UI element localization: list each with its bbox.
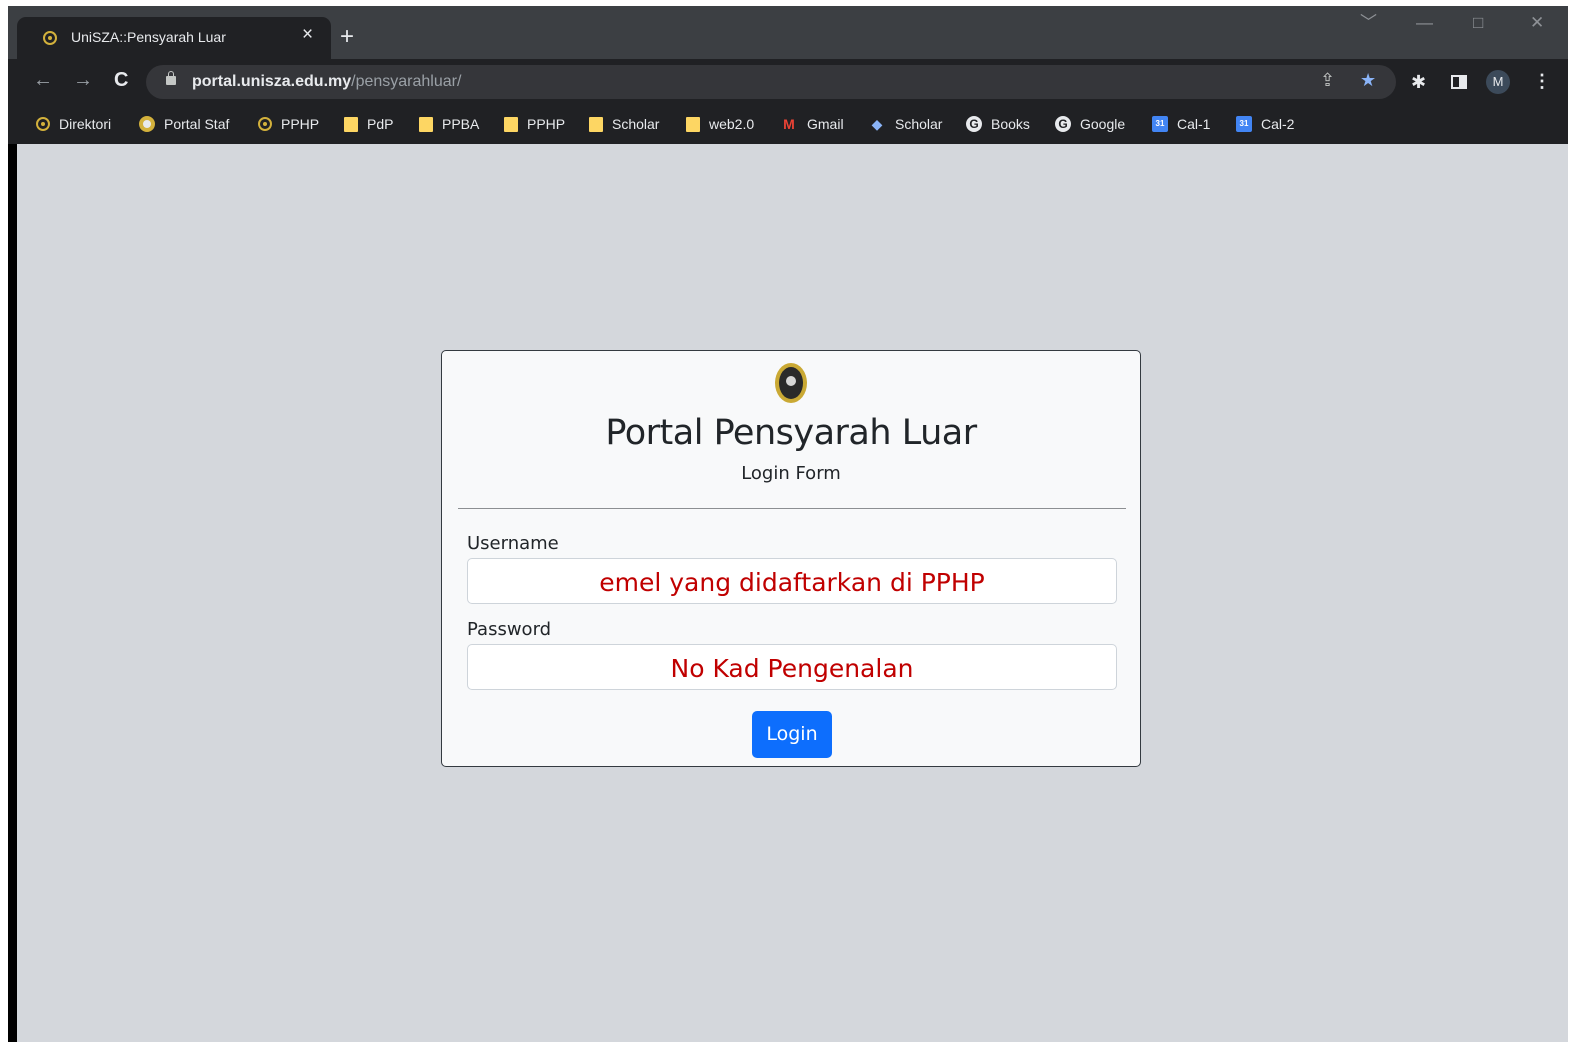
page-content: Portal Pensyarah Luar Login Form Usernam… [17, 144, 1568, 1042]
bookmark-google[interactable]: G Google [1055, 104, 1125, 144]
bookmark-label: Books [991, 116, 1030, 132]
bookmark-label: Portal Staf [164, 116, 230, 132]
bookmark-scholar-folder[interactable]: Scholar [589, 104, 659, 144]
bookmark-pphp[interactable]: PPHP [258, 104, 319, 144]
new-tab-button[interactable]: + [340, 25, 354, 49]
bookmark-label: PdP [367, 116, 394, 132]
bookmark-label: Cal-2 [1261, 116, 1295, 132]
password-hint: No Kad Pengenalan [670, 654, 914, 683]
folder-icon [504, 116, 518, 132]
unisza-crest-icon [139, 116, 155, 132]
address-bar[interactable]: portal.unisza.edu.my/pensyarahluar/ ⇪ ★ [146, 65, 1396, 99]
browser-menu-icon[interactable]: ⋮ [1533, 71, 1551, 92]
bookmark-label: PPHP [281, 116, 320, 132]
username-hint: emel yang didaftarkan di PPHP [599, 568, 985, 597]
profile-avatar[interactable]: M [1486, 70, 1510, 94]
browser-tab[interactable]: UniSZA::Pensyarah Luar × [17, 17, 331, 59]
tab-strip: UniSZA::Pensyarah Luar × + ﹀ — □ ✕ [8, 6, 1568, 59]
bookmark-pphp-folder[interactable]: PPHP [504, 104, 565, 144]
screenshot-frame: UniSZA::Pensyarah Luar × + ﹀ — □ ✕ ← → C… [0, 0, 1590, 1059]
bookmark-label: Scholar [895, 116, 943, 132]
password-label: Password [467, 619, 552, 640]
page-title: Portal Pensyarah Luar [605, 413, 977, 453]
bookmark-cal-2[interactable]: 31 Cal-2 [1236, 104, 1294, 144]
share-icon[interactable]: ⇪ [1320, 71, 1335, 89]
scholar-icon: ◆ [871, 115, 883, 132]
bookmark-label: Cal-1 [1177, 116, 1211, 132]
bookmark-label: Scholar [612, 116, 660, 132]
browser-toolbar: ← → C portal.unisza.edu.my/pensyarahluar… [8, 59, 1568, 104]
bookmark-pdp[interactable]: PdP [344, 104, 393, 144]
unisza-crest-icon [43, 31, 57, 45]
close-tab-icon[interactable]: × [302, 25, 313, 44]
url-path: /pensyarahluar/ [351, 73, 462, 90]
password-input[interactable]: No Kad Pengenalan [467, 644, 1117, 690]
bookmark-direktori[interactable]: Direktori [36, 104, 111, 144]
login-card: Portal Pensyarah Luar Login Form Usernam… [441, 350, 1141, 767]
divider [458, 508, 1126, 509]
bookmark-gmail[interactable]: M Gmail [780, 104, 844, 144]
url-host: portal.unisza.edu.my [192, 73, 352, 90]
bookmark-cal-1[interactable]: 31 Cal-1 [1152, 104, 1210, 144]
bookmarks-bar: Direktori Portal Staf PPHP PdP PPBA PPHP [8, 104, 1568, 144]
forward-button[interactable]: → [73, 70, 93, 90]
bookmark-label: Gmail [807, 116, 844, 132]
folder-icon [344, 116, 358, 132]
bookmark-portal-staf[interactable]: Portal Staf [139, 104, 229, 144]
bookmark-label: PPBA [442, 116, 480, 132]
bookmark-scholar[interactable]: ◆ Scholar [868, 104, 943, 144]
tab-title: UniSZA::Pensyarah Luar [71, 29, 226, 45]
folder-icon [419, 116, 433, 132]
bookmark-web20[interactable]: web2.0 [686, 104, 754, 144]
side-panel-icon[interactable] [1451, 75, 1467, 89]
tab-search-icon[interactable]: ﹀ [1360, 14, 1377, 31]
gmail-icon: M [783, 116, 795, 132]
close-window-button[interactable]: ✕ [1530, 14, 1544, 31]
folder-icon [686, 116, 700, 132]
folder-icon [589, 116, 603, 132]
username-input[interactable]: emel yang didaftarkan di PPHP [467, 558, 1117, 604]
bookmark-star-icon[interactable]: ★ [1360, 71, 1376, 89]
bookmark-label: Direktori [59, 116, 112, 132]
bookmark-ppba[interactable]: PPBA [419, 104, 479, 144]
reload-button[interactable]: C [114, 70, 128, 90]
login-button[interactable]: Login [752, 711, 832, 758]
back-button[interactable]: ← [33, 70, 53, 90]
unisza-logo [775, 363, 807, 403]
url-text[interactable]: portal.unisza.edu.my/pensyarahluar/ [192, 73, 461, 91]
bookmark-label: web2.0 [709, 116, 755, 132]
google-icon: G [1055, 116, 1071, 132]
bookmark-books[interactable]: G Books [966, 104, 1030, 144]
lock-icon[interactable] [166, 71, 176, 85]
maximize-button[interactable]: □ [1473, 14, 1483, 31]
google-icon: G [966, 116, 982, 132]
extensions-puzzle-icon[interactable]: ✱ [1411, 73, 1426, 91]
username-label: Username [467, 533, 559, 554]
calendar-icon: 31 [1236, 116, 1252, 132]
minimize-button[interactable]: — [1416, 14, 1433, 31]
bookmark-label: Google [1080, 116, 1126, 132]
unisza-crest-icon [36, 117, 50, 131]
bookmark-label: PPHP [527, 116, 566, 132]
calendar-icon: 31 [1152, 116, 1168, 132]
browser-window: UniSZA::Pensyarah Luar × + ﹀ — □ ✕ ← → C… [8, 6, 1568, 1042]
unisza-crest-icon [258, 117, 272, 131]
form-subtitle: Login Form [741, 463, 841, 484]
